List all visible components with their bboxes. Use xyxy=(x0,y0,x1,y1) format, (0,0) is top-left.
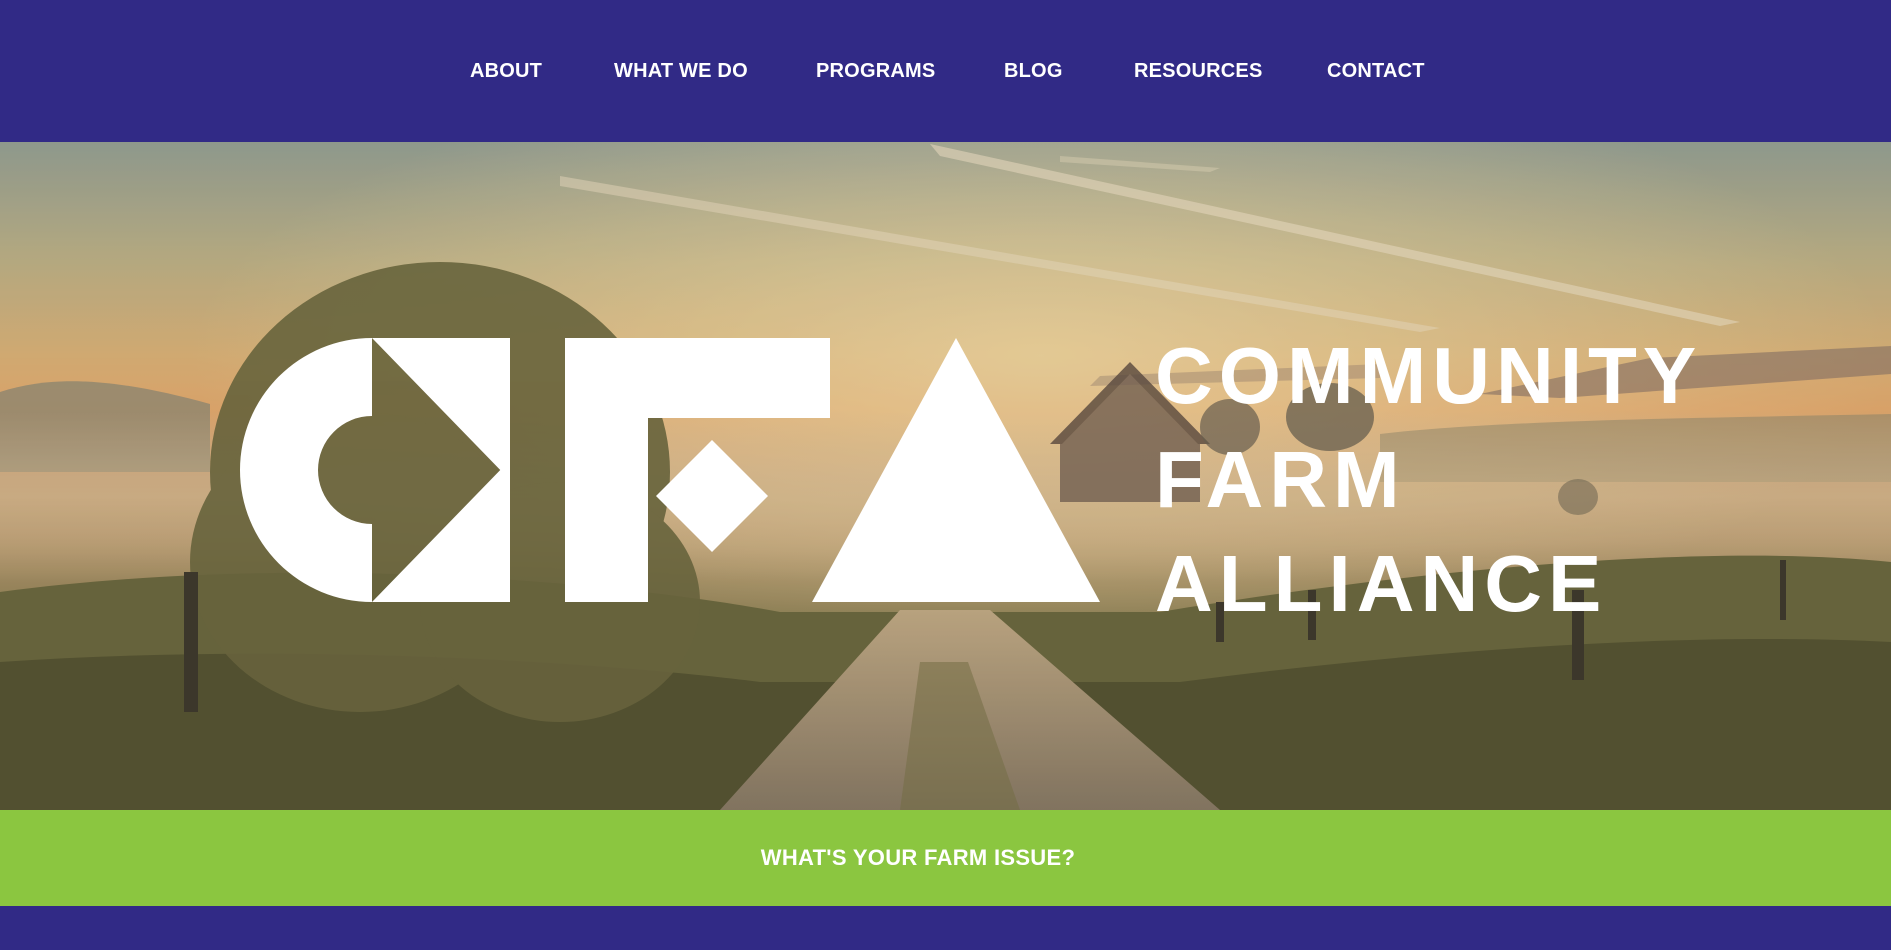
logo-letter-c-triangle-top xyxy=(372,338,510,480)
main-navigation: ABOUT WHAT WE DO PROGRAMS BLOG RESOURCES… xyxy=(0,0,1891,142)
logo-line-community: COMMUNITY xyxy=(1155,331,1703,420)
nav-item-what-we-do[interactable]: WHAT WE DO xyxy=(614,60,748,83)
hero-banner: COMMUNITY FARM ALLIANCE xyxy=(0,142,1891,810)
logo-letter-c-triangle-bottom xyxy=(372,460,510,602)
logo-wordmark: COMMUNITY FARM ALLIANCE xyxy=(1155,324,1702,636)
farm-issue-cta-label: WHAT'S YOUR FARM ISSUE? xyxy=(760,845,1076,870)
nav-item-resources[interactable]: RESOURCES xyxy=(1134,60,1263,83)
nav-item-about[interactable]: ABOUT xyxy=(470,60,542,83)
logo-letter-c xyxy=(240,338,372,602)
logo-diamond xyxy=(656,440,768,552)
bottom-band xyxy=(0,906,1891,950)
nav-item-programs[interactable]: PROGRAMS xyxy=(816,60,935,83)
nav-item-contact[interactable]: CONTACT xyxy=(1327,60,1425,83)
logo-line-alliance: ALLIANCE xyxy=(1155,539,1608,628)
nav-item-blog[interactable]: BLOG xyxy=(1004,60,1063,83)
farm-issue-cta-bar[interactable]: WHAT'S YOUR FARM ISSUE? xyxy=(0,810,1891,906)
logo-letter-a-triangle xyxy=(812,338,1100,602)
logo-line-farm: FARM xyxy=(1155,435,1406,524)
